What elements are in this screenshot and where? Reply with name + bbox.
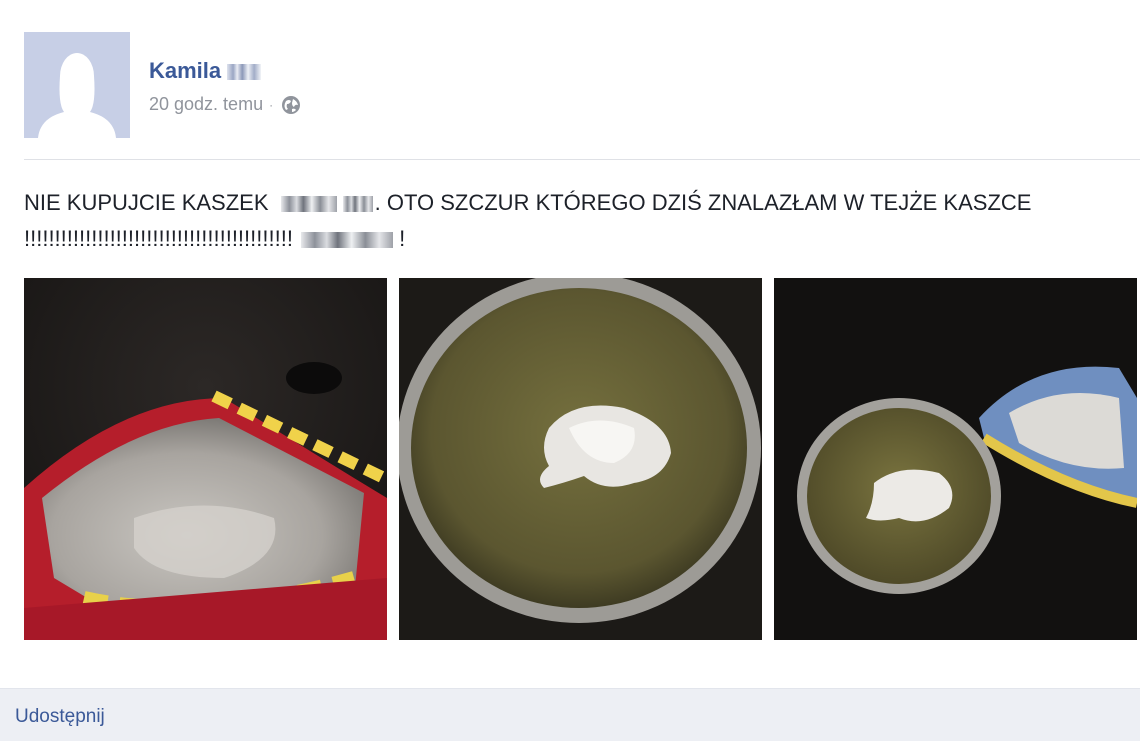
redacted-surname: [227, 64, 262, 81]
photo-bowl-and-bag[interactable]: [774, 278, 1137, 640]
header-divider: [24, 159, 1140, 160]
post-text-line-1-end: . OTO SZCZUR KTÓREGO DZIŚ ZNALAZŁAM W TE…: [374, 190, 1032, 215]
post-text-line-2-end: !: [399, 226, 406, 251]
post-meta: 20 godz. temu ·: [149, 94, 301, 115]
post-text-line-2: !!!!!!!!!!!!!!!!!!!!!!!!!!!!!!!!!!!!!!!!…: [24, 221, 1140, 257]
photo-cereal-bag[interactable]: [24, 278, 387, 640]
author-name[interactable]: Kamila: [149, 58, 262, 84]
redacted-brand-1: [280, 196, 337, 213]
default-profile-silhouette-icon: [24, 32, 130, 138]
redacted-word: [301, 232, 394, 249]
post-text: NIE KUPUJCIE KASZEK . OTO SZCZUR KTÓREGO…: [24, 185, 1140, 257]
post-timestamp[interactable]: 20 godz. temu: [149, 94, 263, 115]
author-name-text: Kamila: [149, 58, 222, 83]
post-text-line-1-start: NIE KUPUJCIE KASZEK: [24, 190, 269, 215]
share-link[interactable]: Udostępnij: [15, 706, 105, 728]
meta-separator: ·: [269, 97, 274, 112]
photo-bowl-with-rat[interactable]: [399, 278, 762, 640]
redacted-brand-2: [342, 196, 373, 213]
post-text-line-2-start: !!!!!!!!!!!!!!!!!!!!!!!!!!!!!!!!!!!!!!!!…: [24, 226, 293, 251]
globe-icon[interactable]: [281, 95, 301, 115]
post-action-bar: Udostępnij: [0, 688, 1140, 741]
profile-avatar[interactable]: [24, 32, 130, 138]
post-text-line-1: NIE KUPUJCIE KASZEK . OTO SZCZUR KTÓREGO…: [24, 185, 1140, 221]
